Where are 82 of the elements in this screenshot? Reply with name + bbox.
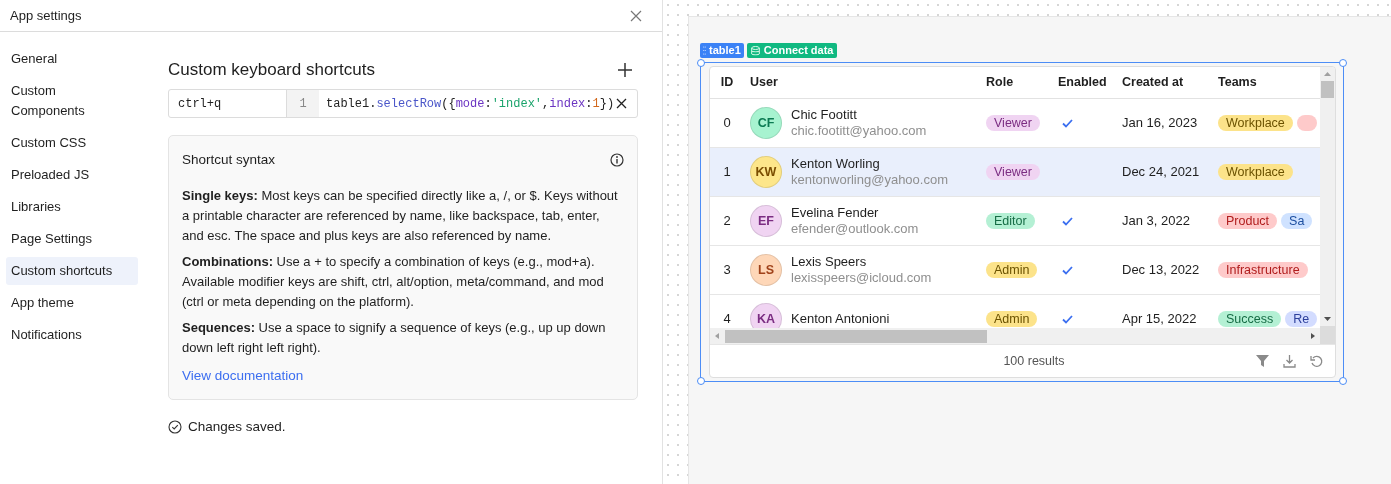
info-icon[interactable] — [610, 153, 624, 168]
documentation-link[interactable]: View documentation — [182, 366, 304, 387]
user-email: efender@outlook.com — [791, 221, 919, 237]
role-tag: Viewer — [986, 115, 1040, 131]
horizontal-scrollbar[interactable] — [710, 328, 1320, 344]
section-heading: Custom keyboard shortcuts — [168, 59, 375, 82]
add-icon[interactable] — [618, 63, 632, 77]
reset-icon[interactable] — [1310, 354, 1323, 368]
user-name: Kenton Worling — [791, 156, 881, 172]
download-icon[interactable] — [1283, 354, 1296, 368]
database-icon — [750, 45, 760, 56]
table-row[interactable]: 1 KW Kenton Worling kentonworling@yahoo.com Viewer Dec 24, 2021 Workplace — [710, 148, 1320, 197]
remove-icon[interactable] — [616, 98, 627, 109]
results-count: 100 results — [1003, 352, 1065, 370]
avatar: CF — [750, 107, 782, 139]
team-tag: Success — [1218, 311, 1282, 327]
sidebar-item[interactable]: Notifications — [6, 321, 138, 349]
column-header[interactable]: Created at — [1122, 73, 1184, 92]
table-cell-text: 3 — [723, 261, 731, 280]
scrollbar-thumb[interactable] — [725, 329, 987, 343]
avatar: KW — [750, 156, 782, 188]
syntax-paragraph: Combinations: Use a + to specify a combination of keys (e.g., mod+a). Available modifier keys are shift, ctrl, alt/option, meta/command, and mod (ctrl or meta depending on the platform). — [182, 253, 605, 312]
sidebar-item[interactable]: Custom Components — [6, 77, 138, 125]
sidebar-item[interactable]: Custom shortcuts — [6, 257, 138, 285]
column-header[interactable]: Role — [986, 73, 1014, 92]
line-number: 1 — [287, 90, 319, 117]
card-title: Shortcut syntax — [182, 151, 276, 169]
avatar: EF — [750, 205, 782, 237]
resize-handle[interactable] — [1339, 59, 1347, 67]
sidebar-item[interactable]: App theme — [6, 289, 138, 317]
status-message: Changes saved. — [188, 417, 286, 436]
user-name: Kenton Antonioni — [791, 311, 890, 327]
table-cell-text: Dec 13, 2022 — [1122, 261, 1200, 280]
sidebar-item[interactable]: Page Settings — [6, 225, 138, 253]
column-header[interactable]: Teams — [1218, 73, 1257, 92]
user-email: lexisspeers@icloud.com — [791, 270, 932, 286]
component-tag[interactable]: table1 — [700, 43, 744, 58]
sidebar-item[interactable]: General — [6, 45, 138, 73]
team-tag: Re — [1285, 311, 1318, 327]
column-header[interactable]: User — [750, 73, 778, 92]
sidebar-item[interactable]: Libraries — [6, 193, 138, 221]
table-cell-text: Jan 16, 2023 — [1122, 114, 1198, 133]
avatar: KA — [750, 303, 782, 328]
team-tag: Sa — [1281, 213, 1313, 229]
table-cell-text: 4 — [723, 310, 731, 328]
user-name: Chic Footitt — [791, 107, 858, 123]
team-tag: Workplace — [1218, 164, 1293, 180]
scrollbar-thumb[interactable] — [1321, 81, 1334, 98]
user-name: Evelina Fender — [791, 205, 880, 221]
table-cell-text: 1 — [723, 163, 731, 182]
resize-handle[interactable] — [697, 59, 705, 67]
drag-handle-icon[interactable] — [703, 46, 706, 55]
filter-icon[interactable] — [1256, 355, 1269, 367]
role-tag: Viewer — [986, 164, 1040, 180]
window-title: App settings — [10, 6, 82, 25]
table-cell-text: Dec 24, 2021 — [1122, 163, 1200, 182]
code-editor-line[interactable]: table1.selectRow({mode:'index',index:1}) — [319, 90, 615, 117]
table-cell-text: Jan 3, 2022 — [1122, 212, 1190, 231]
team-tag: Product — [1218, 213, 1278, 229]
sidebar-item[interactable]: Custom CSS — [6, 129, 138, 157]
syntax-paragraph: Single keys: Most keys can be specified directly like a, /, or $. Keys without a printable character are referenced by name, like backspace, tab, enter, and esc. The space and plus keys are also referenced by name. — [182, 187, 619, 246]
table-cell-text: 0 — [723, 114, 731, 133]
column-header[interactable]: ID — [720, 73, 734, 92]
vertical-scrollbar[interactable] — [1320, 67, 1335, 344]
table-cell-text: 2 — [723, 212, 731, 231]
resize-handle[interactable] — [1339, 377, 1347, 385]
role-tag: Editor — [986, 213, 1035, 229]
avatar: LS — [750, 254, 782, 286]
team-tag: Workplace — [1218, 115, 1293, 131]
team-tag: Infrastructure — [1218, 262, 1308, 278]
role-tag: Admin — [986, 311, 1038, 327]
user-email: kentonworling@yahoo.com — [791, 172, 948, 188]
resize-handle[interactable] — [697, 377, 705, 385]
check-circle-icon — [168, 419, 182, 434]
column-header[interactable]: Enabled — [1058, 73, 1107, 92]
user-name: Lexis Speers — [791, 254, 868, 270]
close-icon[interactable] — [630, 9, 642, 22]
sidebar-item[interactable]: Preloaded JS — [6, 161, 138, 189]
syntax-paragraph: Sequences: Use a space to signify a sequence of keys (e.g., up up down down left right left right). — [182, 319, 607, 358]
role-tag: Admin — [986, 262, 1038, 278]
user-email: chic.footitt@yahoo.com — [791, 123, 927, 139]
table-cell-text: Apr 15, 2022 — [1122, 310, 1197, 328]
